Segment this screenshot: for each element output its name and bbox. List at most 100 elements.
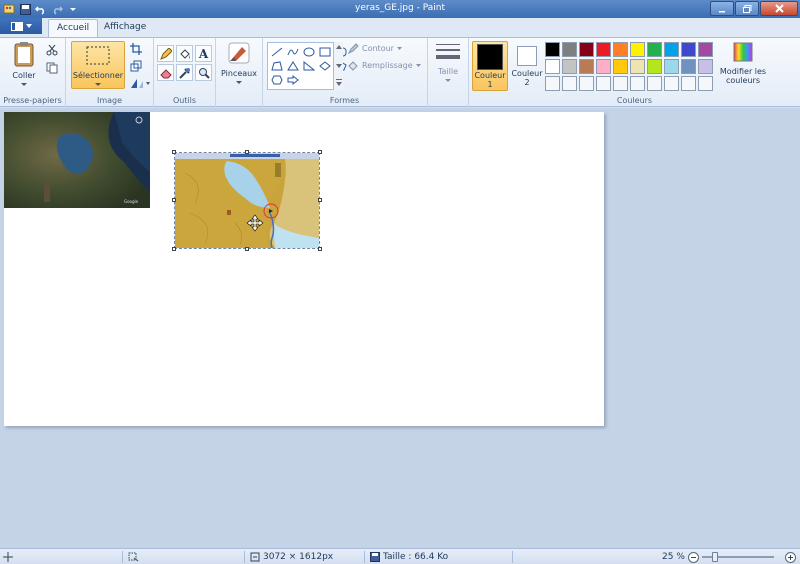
fill-button[interactable]: Remplissage — [348, 60, 421, 71]
line-shape-icon[interactable] — [270, 45, 284, 58]
color-swatch[interactable] — [579, 76, 594, 91]
paste-button[interactable]: Coller — [6, 41, 42, 89]
selection-handle[interactable] — [245, 247, 249, 251]
group-label-colors: Couleurs — [616, 96, 653, 105]
zoom-out-button[interactable] — [688, 552, 699, 563]
color-swatch[interactable] — [596, 59, 611, 74]
color-swatch[interactable] — [664, 59, 679, 74]
selection-handle[interactable] — [172, 198, 176, 202]
edit-colors-button[interactable]: Modifier les couleurs — [716, 41, 770, 91]
color-swatch[interactable] — [613, 76, 628, 91]
paint-window: yeras_GE.jpg - Paint Accueil Affichage C… — [0, 0, 800, 564]
color-swatch[interactable] — [698, 76, 713, 91]
color-swatch[interactable] — [613, 42, 628, 57]
color-1-button[interactable]: Couleur 1 — [472, 41, 508, 91]
selection-handle[interactable] — [245, 150, 249, 154]
color-swatch[interactable] — [545, 59, 560, 74]
color-swatch[interactable] — [562, 59, 577, 74]
rectangle-shape-icon[interactable] — [318, 45, 332, 58]
pencil-icon[interactable] — [157, 45, 174, 62]
arrow-right-shape-icon[interactable] — [286, 74, 300, 87]
curve-shape-icon[interactable] — [286, 45, 300, 58]
color-swatch[interactable] — [664, 76, 679, 91]
tab-view[interactable]: Affichage — [96, 19, 154, 38]
color-swatch[interactable] — [647, 76, 662, 91]
color-swatch[interactable] — [647, 59, 662, 74]
color-swatch[interactable] — [562, 42, 577, 57]
color-swatch[interactable] — [545, 42, 560, 57]
fill-bucket-icon[interactable] — [176, 45, 193, 62]
color-swatch[interactable] — [613, 59, 628, 74]
title-bar: yeras_GE.jpg - Paint — [0, 0, 800, 18]
oval-shape-icon[interactable] — [302, 45, 316, 58]
tools-grid: A — [157, 45, 212, 81]
close-button[interactable] — [760, 1, 798, 16]
file-size: Taille : 66.4 Ko — [370, 552, 448, 562]
diamond-shape-icon[interactable] — [318, 59, 332, 72]
cut-icon[interactable] — [44, 42, 60, 58]
crop-icon[interactable] — [128, 41, 144, 57]
color-swatch[interactable] — [579, 42, 594, 57]
triangle-shape-icon[interactable] — [286, 59, 300, 72]
text-icon[interactable]: A — [195, 45, 212, 62]
selection-handle[interactable] — [318, 247, 322, 251]
brushes-button[interactable]: Pinceaux — [219, 41, 259, 91]
divider — [512, 551, 513, 563]
chevron-down-icon — [415, 63, 421, 67]
color-swatch[interactable] — [630, 42, 645, 57]
color-swatch[interactable] — [579, 59, 594, 74]
paint-menu-button[interactable] — [0, 18, 42, 34]
polygon-shape-icon[interactable] — [270, 59, 284, 72]
size-label: Taille — [437, 67, 459, 76]
paste-label: Coller — [12, 71, 36, 80]
outline-button[interactable]: Contour — [348, 43, 402, 54]
group-label-image: Image — [96, 96, 123, 105]
cursor-position-icon — [3, 552, 13, 562]
status-bar: 3072 × 1612px Taille : 66.4 Ko 25 % — [0, 548, 800, 564]
size-button[interactable]: Taille — [430, 41, 466, 91]
shapes-scrollbar[interactable] — [333, 42, 343, 90]
minimize-button[interactable] — [710, 1, 734, 16]
color-swatch[interactable] — [681, 59, 696, 74]
tab-home[interactable]: Accueil — [48, 19, 99, 38]
eraser-icon[interactable] — [157, 64, 174, 81]
magnifier-icon[interactable] — [195, 64, 212, 81]
zoom-slider-thumb[interactable] — [712, 552, 718, 562]
color-swatch[interactable] — [647, 42, 662, 57]
resize-icon[interactable] — [128, 58, 144, 74]
color-swatch[interactable] — [630, 59, 645, 74]
color-swatch[interactable] — [596, 42, 611, 57]
selection-handle[interactable] — [172, 247, 176, 251]
select-button[interactable]: Sélectionner — [71, 41, 125, 89]
shapes-gallery[interactable] — [267, 42, 347, 90]
color-swatch[interactable] — [630, 76, 645, 91]
copy-icon[interactable] — [44, 60, 60, 76]
color-swatch[interactable] — [698, 59, 713, 74]
color-swatch[interactable] — [681, 42, 696, 57]
right-triangle-shape-icon[interactable] — [302, 59, 316, 72]
drawing-canvas[interactable]: Google — [4, 112, 604, 426]
color-1-number: 1 — [487, 80, 493, 89]
color-picker-icon[interactable] — [176, 64, 193, 81]
chevron-down-icon — [95, 83, 101, 86]
outline-pen-icon — [348, 43, 359, 54]
color-swatch[interactable] — [562, 76, 577, 91]
color-2-button[interactable]: Couleur 2 — [509, 41, 545, 91]
menu-icon — [10, 21, 23, 31]
selection-handle[interactable] — [172, 150, 176, 154]
color-swatch[interactable] — [681, 76, 696, 91]
image-dimensions-icon — [250, 552, 260, 562]
maximize-button[interactable] — [735, 1, 759, 16]
color-swatch[interactable] — [596, 76, 611, 91]
rotate-icon[interactable] — [128, 75, 152, 91]
selection-handle[interactable] — [318, 150, 322, 154]
zoom-in-button[interactable] — [785, 552, 796, 563]
color-swatch[interactable] — [545, 76, 560, 91]
window-controls — [710, 1, 798, 16]
color-swatch[interactable] — [698, 42, 713, 57]
selection-handle[interactable] — [318, 198, 322, 202]
pasted-image-selection[interactable] — [172, 150, 322, 251]
hexagon-shape-icon[interactable] — [270, 74, 284, 87]
color-swatch[interactable] — [664, 42, 679, 57]
clipboard-icon — [14, 42, 34, 67]
